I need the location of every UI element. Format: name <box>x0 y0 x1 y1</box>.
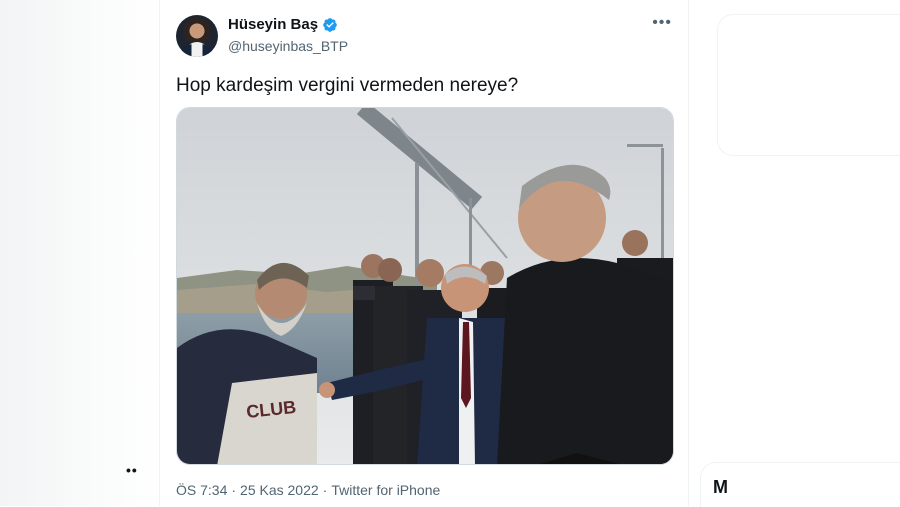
tweet-time[interactable]: ÖS 7:34 <box>176 482 227 498</box>
sidebar-card-heading: M <box>713 477 728 497</box>
tweet-photo[interactable]: CLUB <box>176 107 674 465</box>
blurred-background <box>0 0 160 506</box>
photo-illustration: CLUB <box>177 108 673 464</box>
tweet-source[interactable]: Twitter for iPhone <box>331 482 440 498</box>
sidebar-card-bottom[interactable] <box>700 462 900 507</box>
meta-separator: · <box>231 482 237 498</box>
left-gutter <box>0 0 160 506</box>
tweet-metadata: ÖS 7:34 · 25 Kas 2022 · Twitter for iPho… <box>176 482 440 498</box>
left-more-dots[interactable]: •• <box>126 462 138 478</box>
avatar[interactable] <box>176 15 218 57</box>
avatar-jacket <box>178 44 216 57</box>
tweet-card[interactable]: Hüseyin Baş @huseyinbas_BTP ••• Hop kard… <box>159 0 689 506</box>
meta-separator-2: · <box>322 482 328 498</box>
sidebar-card-top[interactable] <box>717 14 900 156</box>
tweet-text: Hop kardeşim vergini vermeden nereye? <box>176 75 519 96</box>
verified-badge-icon <box>322 17 338 33</box>
author-name[interactable]: Hüseyin Baş <box>228 16 318 33</box>
author-handle[interactable]: @huseyinbas_BTP <box>228 38 348 54</box>
tweet-date[interactable]: 25 Kas 2022 <box>240 482 319 498</box>
more-options-button[interactable]: ••• <box>652 14 672 32</box>
author-name-row: Hüseyin Baş <box>228 16 338 33</box>
